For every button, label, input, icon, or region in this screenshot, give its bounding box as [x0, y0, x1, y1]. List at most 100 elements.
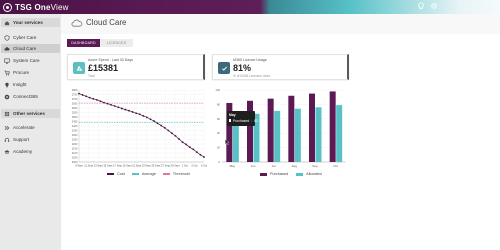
page-header — [61, 14, 500, 34]
sidebar-item-cyber-care[interactable]: Cyber Care — [1, 33, 60, 42]
bar-chart-legend: Purchased Allocated — [260, 172, 322, 176]
y-tick-label: 2700 — [72, 97, 78, 101]
cost-point — [88, 96, 91, 99]
y-tick-label: 2150 — [72, 147, 78, 151]
y-tick-label: 0 — [218, 160, 220, 164]
y-tick-label: 2800 — [72, 88, 78, 92]
legend-threshold[interactable]: Threshold — [173, 172, 190, 176]
cost-point — [110, 103, 113, 106]
sidebar-section-your-services[interactable]: Your services — [1, 18, 60, 27]
x-tick-label: 21 Sept — [132, 164, 141, 168]
bulb-icon — [4, 82, 10, 88]
cost-point — [181, 141, 184, 144]
y-tick-label: 80 — [217, 102, 221, 106]
sidebar-item-cloud-care[interactable]: Cloud Care — [1, 44, 60, 53]
azure-spend-card[interactable]: Azure Spend - Last 30 Days £15381 Total — [67, 54, 205, 80]
tooltip-title: May — [229, 113, 236, 117]
legend-swatch-cost — [107, 173, 114, 175]
licence-bar-chart: 0 20 40 60 80 100 May Jun Jul Aug Sep Oct — [215, 88, 346, 168]
card-label: M365 Licence Usage — [233, 58, 267, 62]
x-tick-label: 27 Sept — [161, 164, 170, 168]
cost-point — [128, 109, 130, 112]
cost-point — [81, 94, 84, 96]
x-tick-label: 15 Sept — [103, 164, 112, 168]
y-tick-label: 2400 — [72, 124, 78, 128]
sidebar-item-accelerate[interactable]: Accelerate — [1, 123, 60, 132]
x-tick-label: Sep — [312, 164, 318, 168]
sidebar-item-insight[interactable]: Insight — [1, 80, 60, 89]
y-tick-label: 60 — [217, 117, 221, 121]
cost-point — [149, 118, 152, 121]
y-tick-label: 2550 — [72, 111, 78, 115]
card-value: 81% — [233, 63, 252, 73]
y-tick-label: 2200 — [72, 142, 78, 146]
brand-name: TSG OneView — [15, 2, 69, 12]
cloud-icon — [71, 19, 83, 27]
link-icon — [4, 94, 10, 100]
bar-purchased — [288, 95, 295, 162]
y-tick-label: 2300 — [72, 133, 78, 137]
cost-point — [135, 112, 138, 115]
sidebar-section-other-services[interactable]: Other services — [1, 109, 60, 118]
brand-mark-icon — [3, 2, 12, 12]
bar-purchased — [309, 93, 315, 162]
legend-purchased[interactable]: Purchased — [270, 172, 288, 176]
gear-icon[interactable] — [430, 2, 438, 10]
tab-dashboard[interactable]: DASHBOARD — [67, 39, 100, 47]
cost-point — [138, 113, 141, 116]
home-icon — [4, 20, 10, 26]
brand-logo[interactable]: TSG OneView — [3, 1, 69, 13]
legend-allocated[interactable]: Allocated — [306, 172, 322, 176]
sidebar-item-system-care[interactable]: System Care — [1, 56, 60, 65]
sidebar-item-procure[interactable]: Procure — [1, 68, 60, 77]
y-tick-label: 2500 — [72, 115, 78, 119]
tooltip-swatch — [229, 119, 231, 122]
cost-point — [99, 100, 102, 103]
licence-usage-card[interactable]: M365 Licence Usage 81% % of M365 License… — [212, 54, 349, 80]
top-bar: TSG OneView — [0, 0, 500, 14]
page-title: Cloud Care — [86, 18, 127, 27]
cloud-icon — [4, 46, 10, 52]
sidebar-item-academy[interactable]: Academy — [1, 147, 60, 156]
cost-point — [156, 122, 159, 125]
x-tick-label: 25 Sept — [151, 164, 160, 168]
y-tick-label: 2000 — [72, 160, 78, 164]
cost-point — [178, 138, 180, 140]
azure-cost-line-chart: 2000205021002150220022502300235024002450… — [72, 88, 208, 168]
cost-point — [160, 124, 163, 127]
cost-point — [185, 143, 188, 146]
bar-allocated — [315, 107, 322, 162]
azure-icon — [73, 62, 85, 74]
checkbox-icon — [218, 62, 230, 74]
x-tick-label: 1 Oct — [182, 164, 188, 168]
cost-point — [95, 99, 98, 101]
x-tick-label: 3 Oct — [191, 164, 197, 168]
cost-point — [124, 108, 127, 111]
lightbulb-icon[interactable] — [417, 2, 425, 10]
card-value: £15381 — [88, 63, 119, 73]
monitor-icon — [4, 58, 10, 64]
y-tick-label: 20 — [217, 146, 221, 150]
y-tick-label: 2600 — [72, 106, 78, 110]
cost-point — [120, 107, 123, 110]
sidebar-item-connect365[interactable]: Connect365 — [1, 92, 60, 101]
x-tick-label: 17 Sept — [113, 164, 122, 168]
cost-point — [142, 115, 145, 117]
legend-cost[interactable]: Cost — [117, 172, 125, 176]
x-tick-label: Oct — [333, 164, 338, 168]
x-tick-label: 23 Sept — [142, 164, 151, 168]
legend-average[interactable]: Average — [142, 172, 156, 176]
cost-point — [145, 116, 148, 119]
cost-point — [85, 95, 88, 98]
cost-point — [78, 92, 80, 95]
cost-point — [203, 156, 205, 158]
tab-licences[interactable]: LICENCES — [100, 39, 133, 47]
x-tick-label: May — [230, 164, 236, 168]
bar-purchased — [267, 98, 274, 162]
bar-purchased — [247, 100, 253, 162]
legend-swatch-average — [131, 173, 139, 175]
cost-point — [92, 97, 95, 100]
x-tick-label: 13 Sept — [94, 164, 103, 168]
sidebar-item-support[interactable]: Support — [1, 135, 60, 144]
cost-point — [188, 146, 191, 149]
